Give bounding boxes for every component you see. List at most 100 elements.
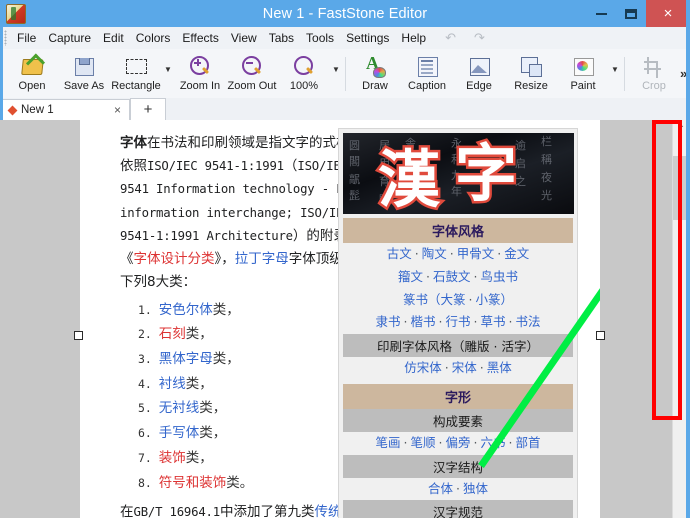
toolbar-button-100-[interactable]: 100% (278, 51, 330, 97)
close-button[interactable]: × (646, 0, 690, 27)
menu-item-file[interactable]: File (11, 29, 42, 47)
infobox-link[interactable]: 行书 (445, 314, 470, 329)
menu-item-view[interactable]: View (225, 29, 263, 47)
infobox-link[interactable]: 小篆） (475, 292, 513, 307)
mono-text: ISO/IEC 9541-1:1991 (147, 159, 284, 173)
infobox-link[interactable]: 笔顺 (410, 435, 435, 450)
infobox-link[interactable]: 金文 (504, 246, 529, 261)
infobox-link[interactable]: 书法 (515, 314, 540, 329)
infobox-link[interactable]: 偏旁 (445, 435, 470, 450)
toolbar-button-label: Caption (408, 80, 446, 92)
toolbar-button-zoom-in[interactable]: Zoom In (174, 51, 226, 97)
infobox-link[interactable]: 黑体 (487, 360, 512, 375)
list-item-link[interactable]: 无衬线 (159, 400, 200, 416)
infobox-link[interactable]: 笔画 (375, 435, 400, 450)
infobox-link[interactable]: 篆书（大篆 (403, 292, 466, 307)
toolbar-button-open[interactable]: Open (6, 51, 58, 97)
infobox-link[interactable]: 仿宋体 (404, 360, 442, 375)
infobox-link[interactable]: 甲骨文 (457, 246, 495, 261)
tab-new-1[interactable]: New 1 × (0, 99, 130, 120)
infobox-link[interactable]: 陶文 (422, 246, 447, 261)
infobox-separator: · (497, 246, 501, 261)
infobox-link[interactable]: 合体 (428, 481, 453, 496)
infobox-link[interactable]: 草书 (480, 314, 505, 329)
redo-button[interactable]: ↷ (469, 30, 490, 46)
infobox-link[interactable]: 六书 (480, 435, 505, 450)
toolbar-separator (345, 57, 346, 91)
list-item-link[interactable]: 安色尔体 (159, 302, 213, 318)
infobox-link[interactable]: 独体 (463, 481, 488, 496)
list-item-suffix: 类， (199, 425, 226, 441)
infobox-separator: · (474, 314, 478, 329)
menu-item-capture[interactable]: Capture (42, 29, 97, 47)
infobox-separator: · (404, 435, 408, 450)
image-workspace[interactable]: 字体在书法和印刷领域是指文字的式样。依照ISO/IEC 9541-1:1991（… (0, 120, 690, 518)
red-rectangle-annotation (652, 120, 682, 420)
infobox-link[interactable]: 鸟虫书 (480, 269, 518, 284)
paint-board-icon (570, 54, 596, 78)
toolbar-button-label: Draw (362, 80, 388, 92)
toolbar-button-save-as[interactable]: Save As (58, 51, 110, 97)
infobox-row: 笔画·笔顺·偏旁·六书·部首 (343, 432, 573, 455)
toolbar-button-edge[interactable]: Edge (453, 51, 505, 97)
selection-handle-left[interactable] (74, 331, 83, 340)
article-paragraph-2: 在GB/T 16964.1中添加了第九类传统汉字类。 (120, 501, 370, 518)
infobox-separator: · (509, 435, 513, 450)
toolbar-button-caption[interactable]: Caption (401, 51, 453, 97)
list-item-link[interactable]: 石刻 (159, 326, 186, 342)
infobox-separator: · (426, 269, 430, 284)
list-item-link[interactable]: 符号和装饰 (159, 475, 227, 491)
list-item-link[interactable]: 衬线 (159, 376, 186, 392)
list-item-link[interactable]: 黑体字母 (159, 351, 213, 367)
floppy-disk-icon (71, 54, 97, 78)
menu-item-tabs[interactable]: Tabs (263, 29, 300, 47)
infobox-link[interactable]: 古文 (387, 246, 412, 261)
window-controls: × (586, 0, 690, 27)
list-item-suffix: 类， (199, 400, 226, 416)
list-item-suffix: 类， (213, 302, 240, 318)
infobox-link[interactable]: 部首 (515, 435, 540, 450)
chevron-down-icon[interactable]: ▼ (162, 51, 174, 97)
tab-label: New 1 (21, 104, 54, 116)
menu-item-edit[interactable]: Edit (97, 29, 130, 47)
main-toolbar: OpenSave AsRectangle▼Zoom InZoom Out100%… (0, 49, 690, 99)
undo-button[interactable]: ↶ (440, 30, 461, 46)
infobox-link[interactable]: 宋体 (452, 360, 477, 375)
toolbar-button-label: Crop (642, 80, 666, 92)
menu-item-settings[interactable]: Settings (340, 29, 395, 47)
infobox-separator: · (509, 314, 513, 329)
chevron-down-icon[interactable]: ▼ (609, 51, 621, 97)
infobox-separator: · (469, 292, 473, 307)
modified-marker-icon (8, 105, 18, 115)
toolbar-button-zoom-out[interactable]: Zoom Out (226, 51, 278, 97)
caption-icon (414, 54, 440, 78)
infobox-link[interactable]: 石鼓文 (433, 269, 471, 284)
menu-item-effects[interactable]: Effects (176, 29, 224, 47)
chevron-down-icon[interactable]: ▼ (330, 51, 342, 97)
toolbar-button-resize[interactable]: Resize (505, 51, 557, 97)
infobox-link[interactable]: 楷书 (410, 314, 435, 329)
minimize-button[interactable] (586, 0, 616, 27)
new-tab-button[interactable]: + (130, 98, 166, 120)
list-item-link[interactable]: 手写体 (159, 425, 200, 441)
infobox-link[interactable]: 籀文 (398, 269, 423, 284)
toolbar-button-paint[interactable]: Paint (557, 51, 609, 97)
menu-item-colors[interactable]: Colors (130, 29, 177, 47)
menu-item-help[interactable]: Help (395, 29, 432, 47)
wiki-link[interactable]: 拉丁字母 (235, 251, 289, 267)
list-item-link[interactable]: 装饰 (159, 450, 186, 466)
tab-close-icon[interactable]: × (110, 103, 125, 117)
svg-text:字: 字 (455, 137, 517, 210)
toolbar-button-draw[interactable]: Draw (349, 51, 401, 97)
list-item-number: 6. (138, 426, 159, 440)
image-canvas[interactable]: 字体在书法和印刷领域是指文字的式样。依照ISO/IEC 9541-1:1991（… (80, 120, 600, 518)
toolbar-button-rectangle[interactable]: Rectangle (110, 51, 162, 97)
menu-item-tools[interactable]: Tools (300, 29, 340, 47)
maximize-button[interactable] (616, 0, 646, 27)
menu-grip-handle[interactable] (4, 30, 7, 46)
selection-handle-right[interactable] (596, 331, 605, 340)
infobox-link[interactable]: 隶书 (375, 314, 400, 329)
infobox-row: 篆书（大篆·小篆） (343, 289, 573, 312)
infobox-row: 古文·陶文·甲骨文·金文 (343, 243, 573, 266)
wiki-link-red[interactable]: 字体设计分类 (134, 251, 215, 267)
